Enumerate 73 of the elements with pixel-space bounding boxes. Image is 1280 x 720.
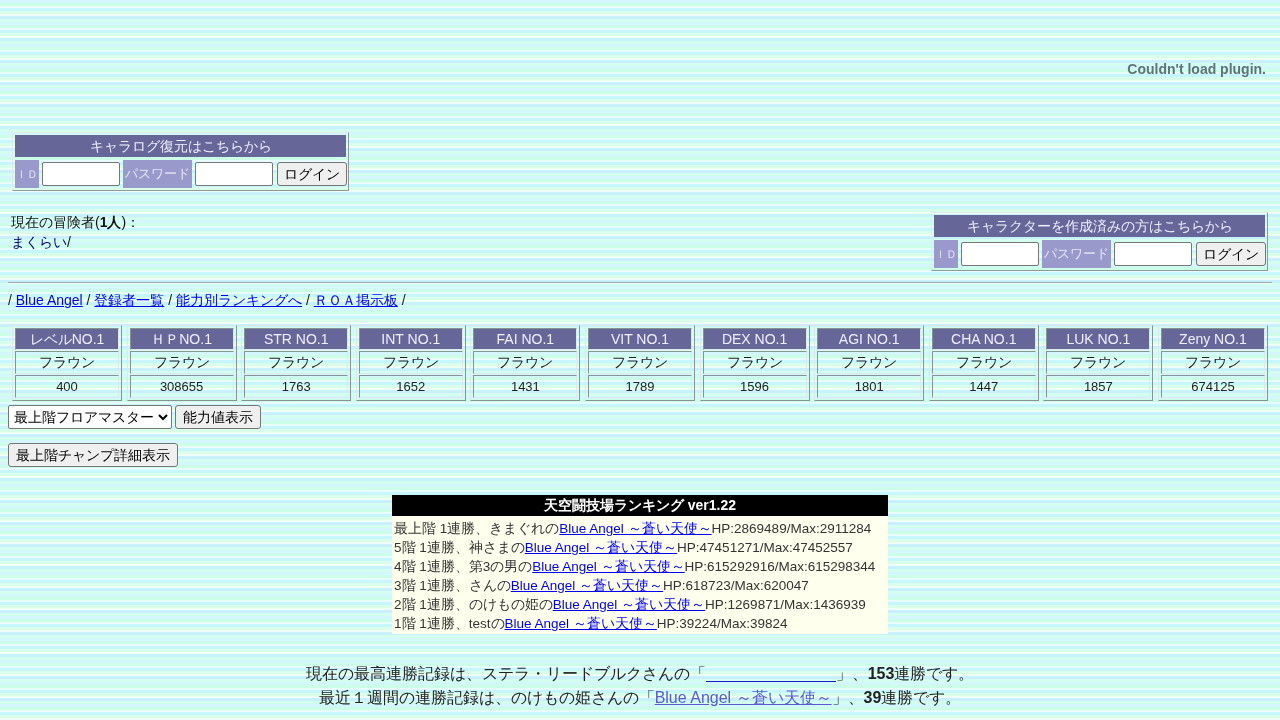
- password-label: パスワード: [123, 160, 192, 188]
- nav-link[interactable]: Blue Angel: [15, 292, 83, 308]
- id-field[interactable]: [961, 242, 1039, 266]
- fighter-link[interactable]: Blue Angel ～蒼い天使～: [532, 559, 685, 574]
- adventurer-list: まくらい/: [11, 232, 141, 252]
- stat-header: CHA NO.1: [931, 328, 1036, 350]
- stat-value: 1596: [702, 375, 807, 398]
- stat-value: 1447: [931, 375, 1036, 398]
- id-label: ＩＤ: [934, 240, 958, 268]
- player-name: フラウン: [358, 351, 463, 374]
- stat-value: 1789: [587, 375, 692, 398]
- player-name: フラウン: [244, 351, 349, 374]
- stat-value: 400: [15, 375, 119, 398]
- id-label: ＩＤ: [15, 160, 39, 188]
- player-name: フラウン: [1046, 351, 1151, 374]
- stat-value: 308655: [129, 375, 234, 398]
- fighter-link[interactable]: Blue Angel ～蒼い天使～: [510, 578, 664, 593]
- fighter-link[interactable]: Blue Angel ～蒼い天使～: [524, 540, 678, 555]
- player-name: フラウン: [702, 351, 807, 374]
- player-name: フラウン: [931, 351, 1036, 374]
- breadcrumb-text: / Blue Angel / 登録者一覧 / 能力別ランキングへ / ＲＯＡ掲示板 /: [8, 291, 406, 310]
- player-name: フラウン: [1160, 351, 1265, 374]
- fighter-link[interactable]: Blue Angel ～蒼い天使～: [559, 521, 712, 536]
- stat-value: 1763: [244, 375, 349, 398]
- ranking-entry: 1階 1連勝、testのBlue Angel ～蒼い天使～HP:39224/Max:39824: [394, 615, 789, 633]
- record-sentence: 現在の最高連勝記録は、ステラ・リードブルクさんの「 」、153連勝です。: [304, 663, 976, 684]
- stat-header: ＨＰNO.1: [129, 328, 234, 350]
- plugin-error-text: Couldn't load plugin.: [1127, 61, 1266, 77]
- login-title: キャラログ復元はこちらから: [15, 135, 346, 157]
- stat-header: STR NO.1: [244, 328, 349, 350]
- password-field[interactable]: [195, 162, 273, 186]
- fighter-link[interactable]: Blue Angel ～蒼い天使～: [552, 597, 706, 612]
- login-button[interactable]: ログイン: [277, 162, 347, 186]
- player-name: フラウン: [587, 351, 692, 374]
- ranking-entry: 5階 1連勝、神さまのBlue Angel ～蒼い天使～HP:47451271/Max:47452557: [394, 539, 854, 557]
- player-name: フラウン: [129, 351, 234, 374]
- adventurer-link[interactable]: まくらい: [11, 234, 67, 250]
- nav-link[interactable]: ＲＯＡ掲示板: [313, 292, 398, 308]
- champ-detail-button[interactable]: 最上階チャンプ詳細表示: [8, 443, 178, 467]
- show-stats-button[interactable]: 能力値表示: [175, 405, 261, 429]
- ranking-entry: 最上階 1連勝、きまぐれのBlue Angel ～蒼い天使～HP:2869489/Max:2911284: [394, 520, 873, 538]
- stat-value: 1652: [358, 375, 463, 398]
- player-name: フラウン: [15, 351, 119, 374]
- stat-header: AGI NO.1: [817, 328, 922, 350]
- adventurer-count-label: 現在の冒険者(1人)：: [11, 213, 141, 232]
- stat-value: 674125: [1160, 375, 1265, 398]
- login-button[interactable]: ログイン: [1196, 242, 1266, 266]
- ranking-entry: 2階 1連勝、のけもの姫のBlue Angel ～蒼い天使～HP:1269871/Max:1436939: [394, 596, 867, 614]
- floor-select[interactable]: 最上階フロアマスター: [8, 405, 172, 429]
- password-field[interactable]: [1114, 242, 1192, 266]
- ranking-entry: 3階 1連勝、さんのBlue Angel ～蒼い天使～HP:618723/Max:620047: [394, 577, 810, 595]
- id-field[interactable]: [42, 162, 120, 186]
- player-name: フラウン: [817, 351, 922, 374]
- ranking-title: 天空闘技場ランキング ver1.22: [392, 495, 888, 516]
- stat-header: LUK NO.1: [1046, 328, 1151, 350]
- nav-link[interactable]: 能力別ランキングへ: [176, 292, 303, 308]
- login-title: キャラクターを作成済みの方はこちらから: [934, 215, 1265, 237]
- stat-value: 1857: [1046, 375, 1151, 398]
- player-name: フラウン: [473, 351, 578, 374]
- ranking-entry: 4階 1連勝、第3の男のBlue Angel ～蒼い天使～HP:615292916/Max:615298344: [394, 558, 877, 576]
- fighter-link[interactable]: Blue Angel ～蒼い天使～: [504, 616, 657, 631]
- record-sentence: 最近１週間の連勝記録は、のけもの姫さんの「Blue Angel ～蒼い天使～」、39連勝です。: [317, 688, 963, 708]
- stat-header: レベルNO.1: [15, 328, 119, 350]
- stat-value: 1431: [473, 375, 578, 398]
- nav-link[interactable]: 登録者一覧: [94, 292, 165, 308]
- stat-header: FAI NO.1: [473, 328, 578, 350]
- stat-header: Zeny NO.1: [1160, 328, 1265, 350]
- stat-value: 1801: [817, 375, 922, 398]
- stat-header: VIT NO.1: [587, 328, 692, 350]
- stat-header: DEX NO.1: [702, 328, 807, 350]
- stat-header: INT NO.1: [358, 328, 463, 350]
- record-link[interactable]: Blue Angel ～蒼い天使～: [654, 689, 832, 706]
- password-label: パスワード: [1042, 240, 1111, 268]
